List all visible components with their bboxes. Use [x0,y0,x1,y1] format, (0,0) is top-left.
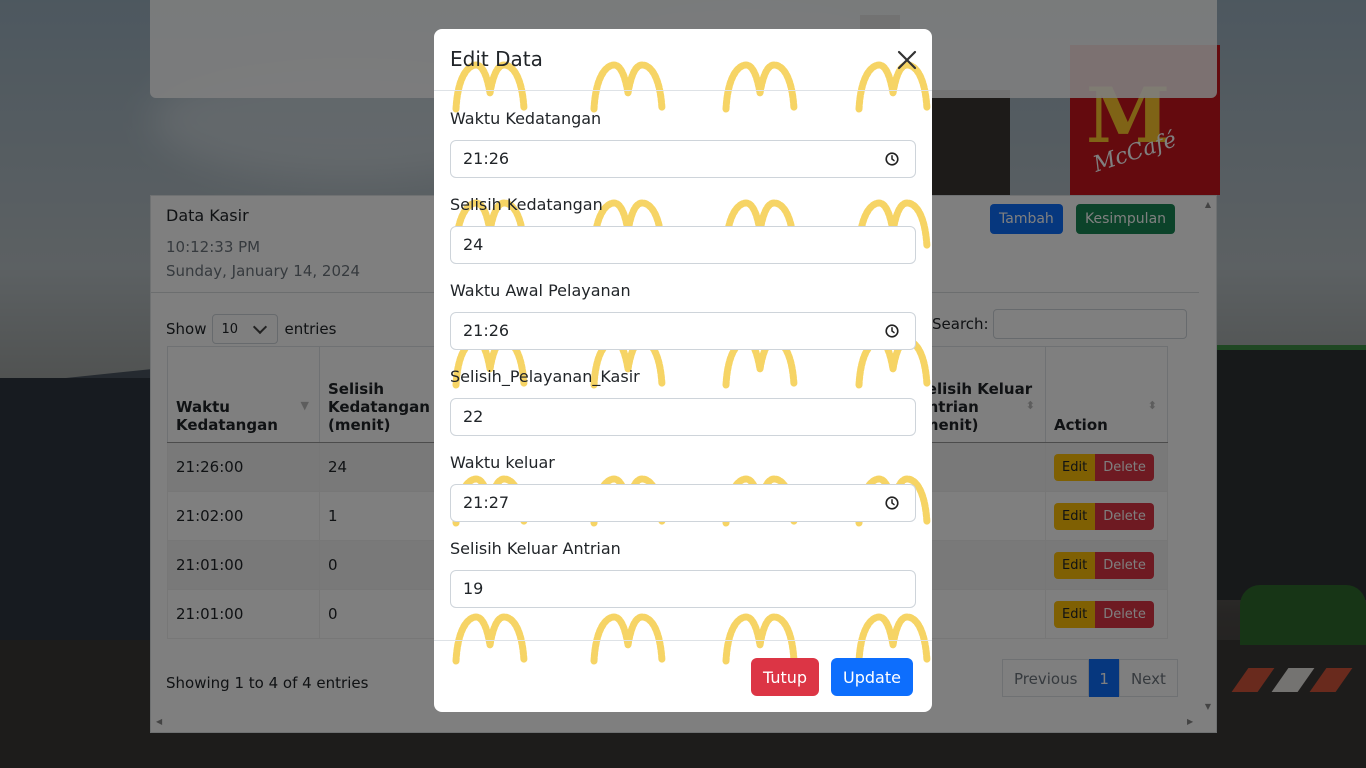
close-icon[interactable] [896,49,918,71]
waktu-awal-pelayanan-label: Waktu Awal Pelayanan [450,281,631,300]
update-button[interactable]: Update [831,658,913,696]
waktu-awal-pelayanan-input[interactable]: 21:26 [450,312,916,350]
clock-icon[interactable] [885,152,899,166]
selisih-keluar-antrian-value: 19 [463,579,484,598]
waktu-kedatangan-label: Waktu Kedatangan [450,109,602,128]
selisih-kedatangan-input[interactable]: 24 [450,226,916,264]
selisih-kedatangan-value: 24 [463,235,484,254]
modal-header: Edit Data [434,29,932,91]
waktu-keluar-label: Waktu keluar [450,453,555,472]
selisih-kedatangan-label: Selisih Kedatangan [450,195,603,214]
waktu-keluar-input[interactable]: 21:27 [450,484,916,522]
tutup-button[interactable]: Tutup [751,658,820,696]
waktu-awal-pelayanan-value: 21:26 [463,321,510,340]
clock-icon[interactable] [885,496,899,510]
modal-footer: Tutup Update [434,640,932,712]
modal-title: Edit Data [450,47,543,71]
selisih-pelayanan-kasir-value: 22 [463,407,484,426]
clock-icon[interactable] [885,324,899,338]
edit-data-modal: Edit Data Waktu Kedatangan 21:26 Selisih… [434,29,932,712]
selisih-pelayanan-kasir-label: Selisih_Pelayanan_Kasir [450,367,640,386]
waktu-kedatangan-input[interactable]: 21:26 [450,140,916,178]
waktu-kedatangan-value: 21:26 [463,149,510,168]
selisih-pelayanan-kasir-input[interactable]: 22 [450,398,916,436]
waktu-keluar-value: 21:27 [463,493,510,512]
selisih-keluar-antrian-label: Selisih Keluar Antrian [450,539,621,558]
selisih-keluar-antrian-input[interactable]: 19 [450,570,916,608]
